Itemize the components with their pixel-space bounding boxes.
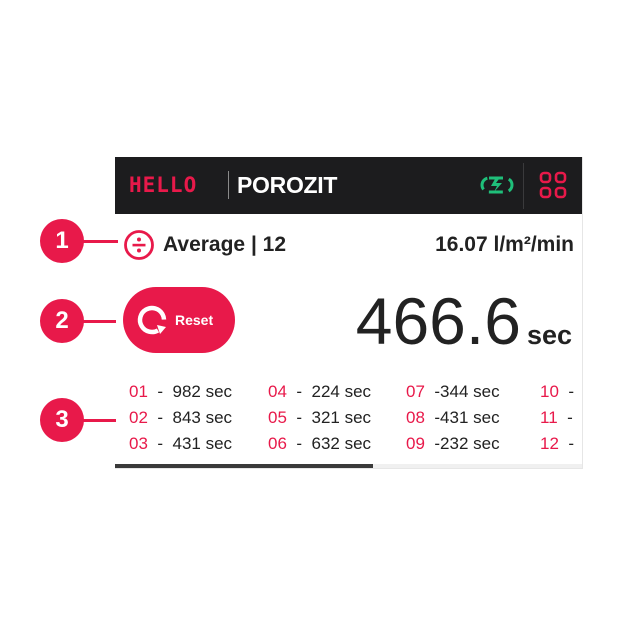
reset-button[interactable]: Reset xyxy=(123,287,235,353)
callout-line xyxy=(80,419,116,422)
measurement-separator: - xyxy=(157,382,164,401)
measurement-item: 09 -232 sec xyxy=(406,431,500,457)
result-unit: sec xyxy=(526,320,572,350)
measurement-column: 07 -344 sec 08 -431 sec 09 -232 sec xyxy=(406,379,500,457)
measurement-item: 04 - 224 sec xyxy=(268,379,371,405)
measurement-separator: - xyxy=(567,408,573,427)
product-name: POROZIT xyxy=(237,172,338,198)
measurement-number: 11 xyxy=(540,408,558,427)
callout-line xyxy=(80,240,118,243)
measurement-separator: - xyxy=(157,408,164,427)
topbar-divider xyxy=(523,163,524,209)
logo-divider xyxy=(228,171,229,199)
brand-logo: HELLO xyxy=(129,173,198,197)
callout-badge: 2 xyxy=(40,299,84,343)
scrollbar-thumb[interactable] xyxy=(115,464,373,468)
divide-circle-icon[interactable] xyxy=(123,229,155,261)
measurement-separator: - xyxy=(568,382,575,401)
measurement-value: 632 sec xyxy=(311,434,372,453)
measurement-item: 05 - 321 sec xyxy=(268,405,371,431)
measurement-separator: - xyxy=(568,434,575,453)
measurement-item: 01 - 982 sec xyxy=(129,379,232,405)
measurement-value: 321 sec xyxy=(311,408,372,427)
measurement-value: 982 sec xyxy=(172,382,233,401)
measurement-number: 03 xyxy=(129,434,148,453)
result-display: 466.6 sec xyxy=(356,285,572,357)
sync-link-icon[interactable] xyxy=(480,172,514,198)
measurement-value: 232 sec xyxy=(440,434,500,453)
measurement-separator: - xyxy=(296,434,303,453)
measurement-number: 01 xyxy=(129,382,148,401)
measurement-item: 07 -344 sec xyxy=(406,379,500,405)
measurement-item: 02 - 843 sec xyxy=(129,405,232,431)
measurement-item: 12 - xyxy=(540,431,574,457)
callout-badge: 3 xyxy=(40,398,84,442)
measurement-separator: - xyxy=(296,408,303,427)
reset-label: Reset xyxy=(175,312,214,328)
measurement-number: 09 xyxy=(406,434,425,453)
measurement-separator: - xyxy=(157,434,164,453)
top-bar: HELLO POROZIT xyxy=(115,157,582,214)
measurement-value: 431 sec xyxy=(172,434,233,453)
measurement-separator: - xyxy=(296,382,303,401)
callout-line xyxy=(80,320,116,323)
measurement-column: 01 - 982 sec 02 - 843 sec 03 - 431 sec xyxy=(129,379,232,457)
mode-label: Average | 12 xyxy=(163,233,287,256)
measurement-value: 843 sec xyxy=(172,408,233,427)
measurement-column: 10 - 11 - 12 - xyxy=(540,379,574,457)
measurement-number: 07 xyxy=(406,382,425,401)
grid-menu-icon[interactable] xyxy=(539,171,567,199)
flow-rate: 16.07 l/m²/min xyxy=(435,233,574,256)
measurement-item: 10 - xyxy=(540,379,574,405)
callout-badge: 1 xyxy=(40,219,84,263)
measurement-number: 02 xyxy=(129,408,148,427)
measurement-item: 08 -431 sec xyxy=(406,405,500,431)
result-value: 466.6 xyxy=(355,284,521,358)
reset-arrow-icon xyxy=(137,305,167,335)
measurement-list[interactable]: 01 - 982 sec 02 - 843 sec 03 - 431 sec 0… xyxy=(115,371,582,465)
measurement-number: 12 xyxy=(540,434,559,453)
measurement-number: 05 xyxy=(268,408,287,427)
measurement-column: 04 - 224 sec 05 - 321 sec 06 - 632 sec xyxy=(268,379,371,457)
measurement-value: 431 sec xyxy=(440,408,500,427)
measurement-number: 08 xyxy=(406,408,425,427)
measurement-item: 03 - 431 sec xyxy=(129,431,232,457)
measurement-number: 04 xyxy=(268,382,287,401)
device-screen: HELLO POROZIT Average | 12 16.07 l/m²/mi… xyxy=(115,157,583,469)
measurement-item: 06 - 632 sec xyxy=(268,431,371,457)
measurement-item: 11 - xyxy=(540,405,574,431)
measurement-number: 10 xyxy=(540,382,559,401)
measurement-value: 224 sec xyxy=(311,382,372,401)
measurement-number: 06 xyxy=(268,434,287,453)
measurement-value: 344 sec xyxy=(440,382,500,401)
